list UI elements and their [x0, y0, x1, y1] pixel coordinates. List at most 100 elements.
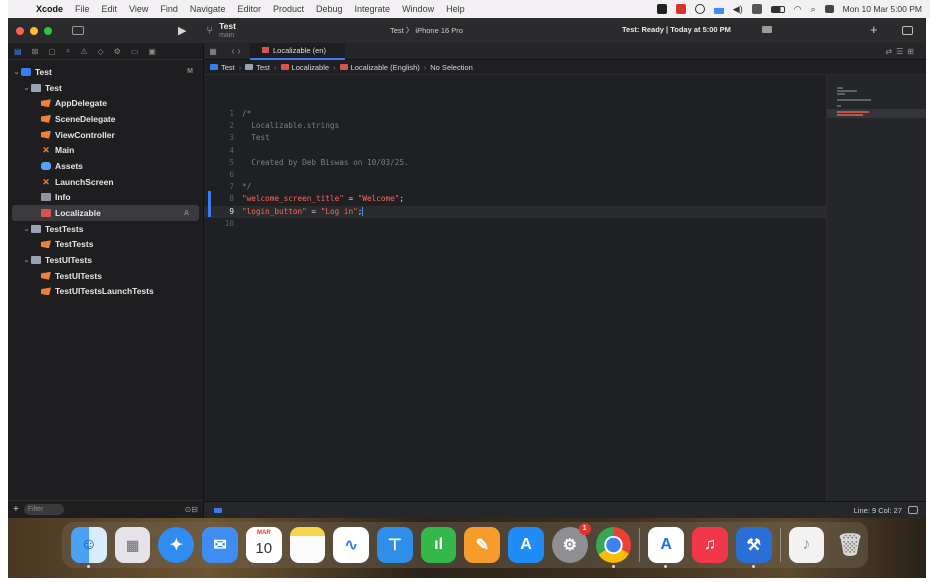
- tree-row-folder[interactable]: ⌄ Test: [8, 80, 203, 96]
- activity-icon[interactable]: [713, 4, 724, 14]
- tree-row-file[interactable]: ✕ LaunchScreen: [8, 174, 203, 190]
- status-badge-icon[interactable]: [762, 26, 772, 33]
- red-app-icon[interactable]: [675, 4, 686, 14]
- tree-row-file[interactable]: Info: [8, 190, 203, 206]
- line-number: 6: [229, 170, 234, 179]
- trash-icon[interactable]: 🗑: [832, 527, 868, 563]
- pages-icon[interactable]: ✎: [464, 527, 501, 563]
- tree-row-file[interactable]: TestUITests: [8, 268, 203, 284]
- menu-debug[interactable]: Debug: [310, 4, 349, 14]
- volume-icon[interactable]: ◀︎): [733, 4, 743, 15]
- editor-options-icon[interactable]: ⇄☰⊞: [885, 47, 918, 56]
- inspector-toggle-icon[interactable]: [902, 26, 913, 35]
- library-add-button[interactable]: +: [870, 22, 878, 37]
- navigator-toggle-icon[interactable]: [72, 26, 84, 35]
- debug-navigator-icon[interactable]: ⚙: [114, 47, 121, 56]
- menu-navigate[interactable]: Navigate: [184, 4, 232, 14]
- tree-row-folder[interactable]: ⌄ TestUITests: [8, 252, 203, 268]
- project-title[interactable]: Test main: [219, 21, 236, 40]
- numbers-icon[interactable]: ıl: [420, 527, 457, 563]
- breadcrumb-item[interactable]: No Selection: [430, 63, 473, 72]
- add-file-button[interactable]: +: [13, 504, 19, 515]
- menu-edit[interactable]: Edit: [96, 4, 124, 14]
- project-navigator-icon[interactable]: ▤: [14, 47, 22, 56]
- chevron-down-icon[interactable]: ⌄: [12, 68, 21, 76]
- scheme-destination-selector[interactable]: Test 〉 iPhone 16 Pro: [390, 25, 463, 36]
- tree-row-file[interactable]: Assets: [8, 158, 203, 174]
- battery-icon[interactable]: [770, 5, 785, 13]
- menu-file[interactable]: File: [69, 4, 96, 14]
- xcode-icon[interactable]: ⚒: [735, 527, 772, 568]
- finder-icon[interactable]: ☺: [71, 527, 107, 568]
- tree-row-file[interactable]: AppDelegate: [8, 95, 203, 111]
- run-play-icon[interactable]: ▶: [178, 24, 186, 37]
- control-center-icon[interactable]: [824, 5, 834, 13]
- find-navigator-icon[interactable]: ⌕: [66, 46, 70, 56]
- issue-navigator-icon[interactable]: ⚠: [80, 47, 87, 56]
- menu-product[interactable]: Product: [267, 4, 310, 14]
- breadcrumb-item[interactable]: Test: [256, 63, 270, 72]
- source-branch-icon[interactable]: ⑂: [206, 25, 213, 37]
- debug-area-indicator-icon[interactable]: [214, 507, 222, 513]
- keynote-icon[interactable]: ⊤: [377, 527, 413, 563]
- chevron-down-icon[interactable]: ⌄: [22, 84, 31, 92]
- spotlight-search-icon[interactable]: ⌕: [811, 4, 816, 15]
- app-store-icon[interactable]: A: [508, 527, 544, 563]
- tree-row-label: TestUITestsLaunchTests: [55, 286, 154, 297]
- chevron-down-icon[interactable]: ⌄: [22, 256, 31, 264]
- tree-row-label: AppDelegate: [55, 98, 107, 109]
- music-icon[interactable]: ♫: [692, 527, 728, 563]
- tree-row-file[interactable]: ✕ Main: [8, 142, 203, 158]
- tree-row-file[interactable]: ViewController: [8, 127, 203, 143]
- breakpoint-navigator-icon[interactable]: ▭: [131, 47, 139, 56]
- minimap[interactable]: [826, 75, 926, 501]
- tab-localizable[interactable]: Localizable (en): [250, 42, 345, 60]
- menu-app-name[interactable]: Xcode: [30, 4, 69, 14]
- menu-clock[interactable]: Mon 10 Mar 5:00 PM: [843, 4, 922, 14]
- menu-integrate[interactable]: Integrate: [349, 4, 397, 14]
- filter-options-icon[interactable]: ⊙⊟: [185, 505, 198, 514]
- debug-area-toggle-icon[interactable]: [908, 506, 918, 514]
- system-settings-icon[interactable]: ⚙ 1: [551, 523, 591, 563]
- tree-row-file[interactable]: TestTests: [8, 237, 203, 253]
- tree-row-file[interactable]: TestUITestsLaunchTests: [8, 284, 203, 300]
- minimize-window-button[interactable]: [30, 26, 38, 35]
- bookmark-icon[interactable]: ▢: [48, 47, 56, 56]
- chrome-icon[interactable]: [595, 527, 632, 568]
- tree-row-folder[interactable]: ⌄ TestTests: [8, 221, 203, 237]
- document-icon[interactable]: ♪: [788, 527, 825, 563]
- breadcrumb-item[interactable]: Test: [221, 63, 235, 72]
- tree-row-file-selected[interactable]: Localizable A: [12, 205, 199, 221]
- wifi-icon[interactable]: ◠: [794, 4, 802, 15]
- screen-record-icon[interactable]: [656, 4, 667, 14]
- breadcrumb-item[interactable]: Localizable (English): [351, 63, 420, 72]
- chevron-down-icon[interactable]: ⌄: [22, 225, 31, 233]
- tree-row-project[interactable]: ⌄ Test M: [8, 64, 203, 80]
- menu-view[interactable]: View: [123, 4, 154, 14]
- keyboard-icon[interactable]: [751, 4, 762, 14]
- filter-input[interactable]: Filter: [23, 504, 64, 515]
- breadcrumb-separator: ›: [274, 62, 277, 72]
- freeform-icon[interactable]: ∿: [333, 527, 370, 563]
- tree-row-file[interactable]: SceneDelegate: [8, 111, 203, 127]
- breadcrumb-item[interactable]: Localizable: [292, 63, 330, 72]
- zoom-window-button[interactable]: [44, 26, 52, 35]
- menu-editor[interactable]: Editor: [231, 4, 267, 14]
- mail-icon[interactable]: ✉: [202, 527, 238, 563]
- xcode-app-icon[interactable]: A: [648, 527, 685, 568]
- back-forward-arrows-icon[interactable]: ‹ ›: [222, 46, 250, 57]
- test-navigator-icon[interactable]: ◇: [97, 47, 103, 56]
- notes-icon[interactable]: [289, 527, 326, 563]
- report-navigator-icon[interactable]: ▣: [148, 47, 156, 56]
- source-control-icon[interactable]: ⊠: [32, 47, 39, 56]
- safari-icon[interactable]: ✦: [158, 527, 195, 563]
- source-editor[interactable]: 1 /* 2 Localizable.strings 3 Test 4 5 Cr…: [204, 75, 826, 501]
- menu-window[interactable]: Window: [396, 4, 440, 14]
- menu-find[interactable]: Find: [154, 4, 184, 14]
- launchpad-icon[interactable]: ▦: [114, 527, 151, 563]
- calendar-icon[interactable]: MAR 10: [245, 527, 282, 563]
- close-window-button[interactable]: [16, 26, 24, 35]
- clock-circle-icon[interactable]: [694, 4, 705, 14]
- related-items-icon[interactable]: ▦: [204, 47, 222, 56]
- menu-help[interactable]: Help: [440, 4, 471, 14]
